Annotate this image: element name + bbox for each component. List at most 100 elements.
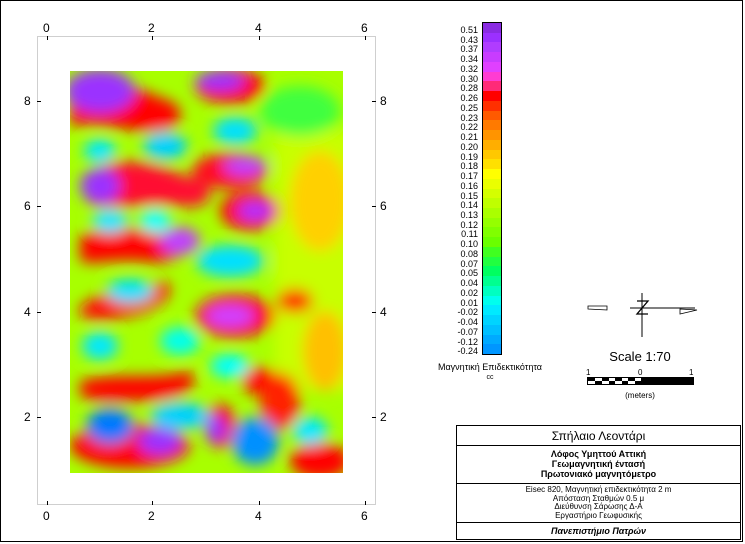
- colorbar-label: 0.34: [460, 54, 478, 65]
- y-tick-mark-right: [372, 417, 376, 418]
- scale-left-label: 1: [586, 368, 591, 377]
- x-tick-mark-bottom: [365, 501, 366, 505]
- colorbar-swatch: [483, 324, 501, 336]
- y-tick-label-right: 6: [380, 199, 387, 213]
- y-tick-mark-left: [37, 101, 41, 102]
- colorbar-swatch: [483, 266, 501, 277]
- colorbar-swatch: [483, 42, 501, 53]
- colorbar-swatch: [483, 32, 501, 43]
- colorbar-swatch: [483, 227, 501, 238]
- colorbar-label: 0.17: [460, 171, 478, 182]
- colorbar-swatch: [483, 217, 501, 228]
- y-tick-mark-left: [37, 417, 41, 418]
- x-tick-label-top: 6: [361, 21, 368, 35]
- x-tick-label-bottom: 6: [361, 509, 368, 523]
- title-block: Σπήλαιο Λεοντάρι Λόφος Υμηττού Αττική Γε…: [456, 425, 741, 540]
- colorbar-swatch: [483, 169, 501, 180]
- colorbar-swatch: [483, 159, 501, 170]
- y-tick-mark-right: [372, 312, 376, 313]
- colorbar-swatch: [483, 207, 501, 219]
- north-arrow-icon: [587, 293, 698, 337]
- colorbar-label: -0.07: [457, 326, 478, 337]
- colorbar-swatch: [483, 120, 501, 131]
- y-tick-label-right: 4: [380, 305, 387, 319]
- colorbar-swatch: [483, 198, 501, 209]
- colorbar-label: 0.30: [460, 73, 478, 84]
- info-line: Εργαστήριο Γεωφυσικής: [555, 510, 642, 520]
- scale-right-label: 1: [689, 368, 694, 377]
- legend-unit: cc: [486, 374, 494, 381]
- magnetic-susceptibility-map: [70, 71, 343, 473]
- colorbar-swatch: [483, 149, 501, 160]
- colorbar-swatch: [483, 305, 501, 316]
- x-tick-label-bottom: 4: [255, 509, 262, 523]
- colorbar-swatch: [483, 71, 501, 82]
- y-tick-label-left: 8: [24, 94, 31, 108]
- colorbar-swatch: [483, 139, 501, 151]
- map-title: Σπήλαιο Λεοντάρι: [457, 426, 740, 446]
- colorbar-label: -0.12: [457, 336, 478, 347]
- y-tick-label-left: 4: [24, 305, 31, 319]
- colorbar-label: 0.18: [460, 161, 478, 172]
- x-tick-mark-top: [152, 36, 153, 40]
- y-tick-label-right: 2: [380, 410, 387, 424]
- colorbar-label: 0.23: [460, 112, 478, 123]
- colorbar-label: 0.12: [460, 219, 478, 230]
- subtitle-line: Λόφος Υμηττού Αττική: [550, 449, 647, 459]
- colorbar-swatch: [483, 285, 501, 297]
- y-tick-label-left: 6: [24, 199, 31, 213]
- x-tick-mark-top: [365, 36, 366, 40]
- colorbar-swatch: [483, 52, 501, 63]
- colorbar-label: 0.26: [460, 93, 478, 104]
- survey-info: Eisec 820, Μαγνητική επιδεκτικότητα 2 m …: [457, 484, 740, 523]
- colorbar-swatch: [483, 344, 501, 355]
- colorbar-swatch: [483, 246, 501, 258]
- colorbar-label: -0.24: [457, 346, 478, 357]
- colorbar-label: 0.32: [460, 63, 478, 74]
- y-tick-mark-right: [372, 101, 376, 102]
- y-tick-mark-left: [37, 312, 41, 313]
- colorbar-label: 0.22: [460, 122, 478, 133]
- colorbar-swatch: [483, 178, 501, 189]
- colorbar-label: 0.15: [460, 190, 478, 201]
- x-tick-mark-bottom: [47, 501, 48, 505]
- colorbar-label: 0.28: [460, 83, 478, 94]
- institution: Πανεπιστήμιο Πατρών: [550, 526, 647, 536]
- y-tick-mark-right: [372, 206, 376, 207]
- colorbar-label: 0.37: [460, 44, 478, 55]
- colorbar-swatch: [483, 23, 501, 34]
- subtitle-line: Γεωμαγνητική έντασή: [551, 459, 646, 469]
- map-subtitle: Λόφος Υμηττού Αττική Γεωμαγνητική έντασή…: [457, 446, 740, 484]
- colorbar: [482, 22, 502, 355]
- colorbar-label: 0.13: [460, 209, 478, 220]
- x-tick-mark-top: [47, 36, 48, 40]
- x-tick-label-top: 2: [148, 21, 155, 35]
- colorbar-swatch: [483, 81, 501, 92]
- x-tick-mark-top: [259, 36, 260, 40]
- x-tick-label-bottom: 2: [148, 509, 155, 523]
- colorbar-label: 0.10: [460, 239, 478, 250]
- colorbar-swatch: [483, 188, 501, 199]
- colorbar-swatch: [483, 315, 501, 326]
- colorbar-label: 0.01: [460, 297, 478, 308]
- colorbar-swatch: [483, 295, 501, 306]
- colorbar-swatch: [483, 237, 501, 248]
- colorbar-swatch: [483, 110, 501, 121]
- colorbar-label: 0.11: [461, 229, 478, 240]
- x-tick-mark-bottom: [152, 501, 153, 505]
- colorbar-label: 0.20: [460, 141, 478, 152]
- colorbar-swatch: [483, 61, 501, 73]
- colorbar-swatch: [483, 91, 501, 102]
- colorbar-label: 0.51: [460, 25, 478, 35]
- colorbar-label: -0.02: [457, 307, 478, 318]
- colorbar-swatch: [483, 276, 501, 287]
- subtitle-line: Πρωτονιακό μαγνητόμετρο: [540, 469, 657, 479]
- colorbar-label: 0.07: [460, 258, 478, 269]
- colorbar-swatch: [483, 130, 501, 141]
- colorbar-label: 0.05: [460, 268, 478, 279]
- colorbar-label: 0.14: [460, 200, 478, 211]
- colorbar-labels: 0.51 0.43 0.37 0.34 0.32 0.30 0.28 0.26 0.25 0.23…: [448, 22, 480, 357]
- colorbar-label: 0.16: [460, 180, 478, 191]
- x-tick-mark-bottom: [259, 501, 260, 505]
- colorbar-label: 0.04: [460, 278, 478, 289]
